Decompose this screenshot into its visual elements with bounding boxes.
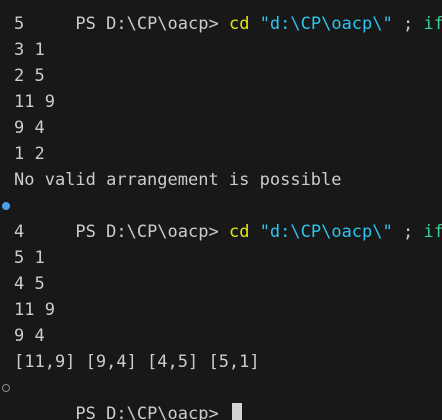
output-line: 4 [14, 222, 25, 242]
terminal-panel[interactable]: PS D:\CP\oacp> cd "d:\CP\oacp\" ; if ($ … [0, 0, 442, 420]
command-status-circle-icon[interactable] [2, 384, 10, 392]
prompt-text: PS D:\CP\oacp> [75, 404, 229, 420]
text-cursor [231, 403, 242, 420]
prompt-line: PS D:\CP\oacp> cd "d:\CP\oacp\" ; if ($ [0, 0, 442, 34]
output-line: 11 9 [14, 300, 55, 320]
output-line: 3 1 [14, 40, 45, 60]
terminal-output: PS D:\CP\oacp> cd "d:\CP\oacp\" ; if ($ … [0, 0, 442, 420]
output-line: 5 1 [14, 248, 45, 268]
output-line: 9 4 [14, 326, 45, 346]
prompt-line[interactable]: PS D:\CP\oacp> [0, 375, 442, 420]
output-line: 11 9 [14, 92, 55, 112]
output-line: 4 5 [14, 274, 45, 294]
output-line: 5 [14, 14, 25, 34]
output-line: No valid arrangement is possible [14, 170, 342, 190]
output-line: [11,9] [9,4] [4,5] [5,1] [14, 352, 260, 372]
output-line: 2 5 [14, 66, 45, 86]
prompt-line: PS D:\CP\oacp> cd "d:\CP\oacp\" ; if ($ [0, 193, 442, 242]
output-line: 9 4 [14, 118, 45, 138]
command-status-dot-icon[interactable] [2, 202, 10, 210]
output-line: 1 2 [14, 144, 45, 164]
